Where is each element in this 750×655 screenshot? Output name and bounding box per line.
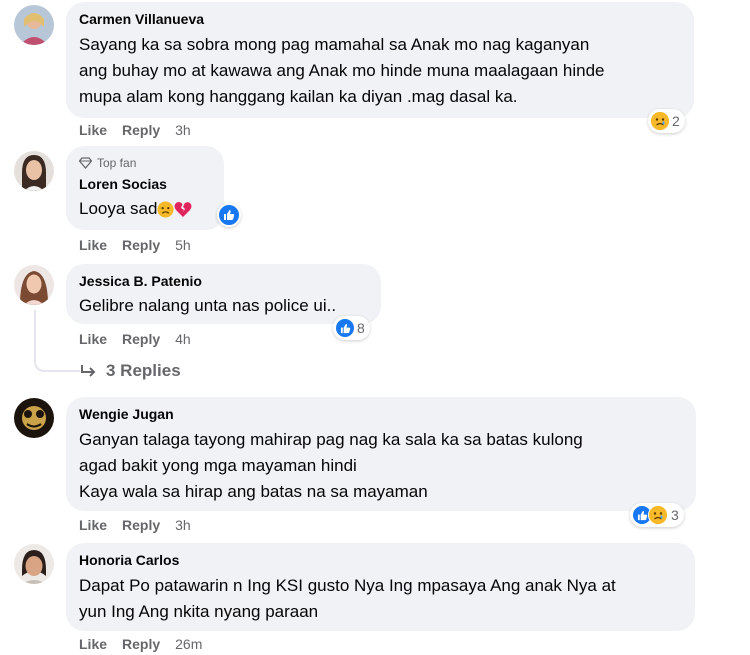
sad-reaction-icon	[651, 112, 669, 130]
avatar[interactable]	[14, 5, 54, 45]
reaction-count: 3	[671, 507, 679, 523]
comment-text: Looya sad	[79, 196, 212, 222]
reply-button[interactable]: Reply	[122, 516, 160, 534]
commenter-name[interactable]: Honoria Carlos	[79, 551, 683, 569]
top-fan-badge: Top fan	[79, 155, 212, 171]
comment-bubble: Carmen Villanueva Sayang ka sa sobra mon…	[66, 2, 694, 118]
comment-bubble: Top fan Loren Socias Looya sad	[66, 146, 224, 230]
comment-actions: Like Reply 3h	[79, 121, 191, 139]
timestamp[interactable]: 3h	[175, 121, 191, 139]
comment-actions: Like Reply 26m	[79, 635, 202, 653]
avatar[interactable]	[14, 151, 54, 191]
reaction-count: 2	[672, 113, 680, 129]
reply-button[interactable]: Reply	[122, 330, 160, 348]
avatar[interactable]	[14, 544, 54, 584]
commenter-name[interactable]: Jessica B. Patenio	[79, 272, 369, 290]
timestamp[interactable]: 3h	[175, 516, 191, 534]
reaction-summary[interactable]: 2	[648, 109, 685, 133]
comment-actions: Like Reply 4h	[79, 330, 191, 348]
timestamp[interactable]: 4h	[175, 330, 191, 348]
reply-button[interactable]: Reply	[122, 121, 160, 139]
comment-text: Sayang ka sa sobra mong pag mamahal sa A…	[79, 35, 605, 106]
reaction-summary[interactable]: 3	[630, 503, 684, 527]
sad-reaction-icon	[648, 505, 668, 525]
like-reaction-icon[interactable]	[217, 203, 241, 227]
comment-text: Ganyan talaga tayong mahirap pag nag ka …	[79, 430, 583, 501]
like-reaction-icon	[336, 319, 354, 337]
reply-button[interactable]: Reply	[122, 236, 160, 254]
timestamp[interactable]: 26m	[175, 635, 202, 653]
sad-emoji-icon	[157, 200, 174, 218]
comment-bubble: Wengie Jugan Ganyan talaga tayong mahira…	[66, 397, 696, 511]
avatar[interactable]	[14, 265, 54, 305]
like-button[interactable]: Like	[79, 516, 107, 534]
like-button[interactable]: Like	[79, 236, 107, 254]
broken-heart-icon	[174, 201, 192, 217]
comment-actions: Like Reply 3h	[79, 516, 191, 534]
like-button[interactable]: Like	[79, 121, 107, 139]
comment-actions: Like Reply 5h	[79, 236, 191, 254]
thread-connector-line	[34, 310, 80, 372]
reply-button[interactable]: Reply	[122, 635, 160, 653]
comment-bubble: Honoria Carlos Dapat Po patawarin n Ing …	[66, 543, 695, 631]
diamond-icon	[79, 157, 92, 169]
comment-bubble: Jessica B. Patenio Gelibre nalang unta n…	[66, 264, 381, 324]
comment-text: Dapat Po patawarin n Ing KSI gusto Nya I…	[79, 576, 616, 621]
like-button[interactable]: Like	[79, 635, 107, 653]
reply-arrow-icon	[81, 365, 96, 377]
avatar[interactable]	[14, 398, 54, 438]
comment-text: Gelibre nalang unta nas police ui..	[79, 296, 337, 315]
view-replies-link[interactable]: 3 Replies	[80, 361, 181, 381]
commenter-name[interactable]: Loren Socias	[79, 175, 212, 193]
commenter-name[interactable]: Wengie Jugan	[79, 405, 684, 423]
like-button[interactable]: Like	[79, 330, 107, 348]
reaction-summary[interactable]: 8	[333, 316, 370, 340]
reaction-count: 8	[357, 320, 365, 336]
commenter-name[interactable]: Carmen Villanueva	[79, 10, 682, 28]
timestamp[interactable]: 5h	[175, 236, 191, 254]
